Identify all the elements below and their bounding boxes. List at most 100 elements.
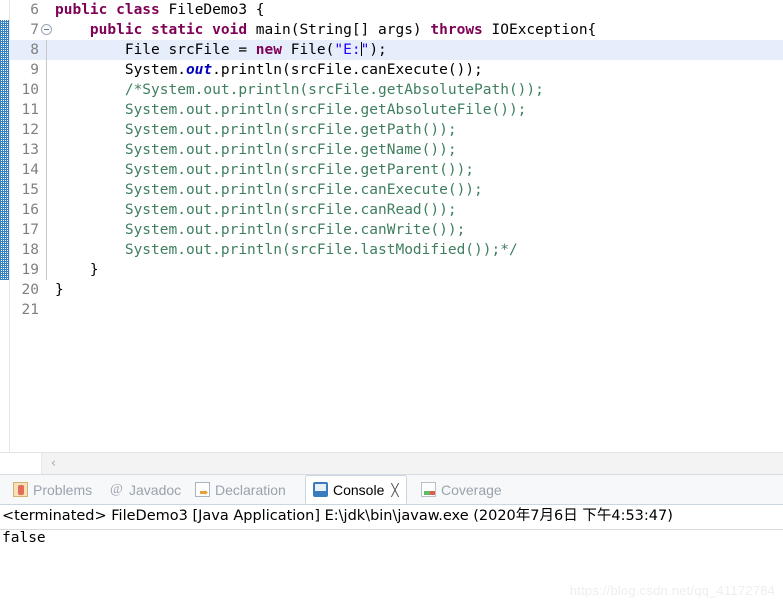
code-line[interactable]: 21 (9, 300, 783, 320)
code-text[interactable]: } (55, 280, 64, 300)
fold-column[interactable] (40, 300, 54, 320)
code-line[interactable]: 9 System.out.println(srcFile.canExecute(… (9, 60, 783, 80)
problems-icon (13, 482, 28, 497)
scroll-left-arrow-icon[interactable]: ‹ (47, 457, 60, 471)
code-token: System.out.println(srcFile.getAbsoluteFi… (55, 102, 527, 118)
scrollbar-left-stub (0, 453, 42, 475)
code-line[interactable]: 18 System.out.println(srcFile.lastModifi… (9, 240, 783, 260)
code-editor[interactable]: 6 public class FileDemo3 {7 public static… (0, 0, 783, 452)
code-token: System.out.println(srcFile.canRead()); (55, 202, 457, 218)
fold-column[interactable] (40, 120, 54, 140)
line-number: 8 (30, 42, 39, 58)
code-text[interactable]: public class FileDemo3 { (55, 0, 265, 20)
fold-range-line (46, 200, 47, 220)
fold-column[interactable] (40, 220, 54, 240)
code-text[interactable]: System.out.println(srcFile.lastModified(… (55, 240, 518, 260)
fold-range-line (46, 60, 47, 80)
fold-column[interactable] (40, 60, 54, 80)
code-text[interactable]: System.out.println(srcFile.getParent()); (55, 160, 474, 180)
code-text[interactable]: System.out.println(srcFile.getName()); (55, 140, 457, 160)
fold-column[interactable] (40, 280, 54, 300)
tab-label: Javadoc (129, 481, 182, 498)
code-text[interactable]: /*System.out.println(srcFile.getAbsolute… (55, 80, 544, 100)
code-token: public class (55, 2, 169, 18)
code-text[interactable]: System.out.println(srcFile.getAbsoluteFi… (55, 100, 527, 120)
code-token: System.out.println(srcFile.getName()); (55, 142, 457, 158)
fold-column[interactable] (40, 40, 54, 60)
line-number: 7 (30, 22, 39, 38)
code-line[interactable]: 13 System.out.println(srcFile.getName())… (9, 140, 783, 160)
code-line[interactable]: 7 public static void main(String[] args)… (9, 20, 783, 40)
code-token: System.out.println(srcFile.canExecute())… (55, 182, 483, 198)
code-line[interactable]: 10 /*System.out.println(srcFile.getAbsol… (9, 80, 783, 100)
code-token: File( (290, 42, 335, 58)
fold-range-line (46, 220, 47, 240)
code-token: " (360, 42, 370, 58)
code-text[interactable]: System.out.println(srcFile.canWrite()); (55, 220, 465, 240)
code-line[interactable]: 16 System.out.println(srcFile.canRead())… (9, 200, 783, 220)
fold-range-line (46, 180, 47, 200)
code-token: ); (369, 42, 387, 58)
line-number: 14 (21, 162, 39, 178)
fold-collapse-icon[interactable] (41, 24, 52, 35)
tab-declaration[interactable]: Declaration (188, 475, 293, 504)
code-line[interactable]: 6 public class FileDemo3 { (9, 0, 783, 20)
code-line[interactable]: 11 System.out.println(srcFile.getAbsolut… (9, 100, 783, 120)
fold-range-line (46, 140, 47, 160)
fold-range-line (46, 100, 47, 120)
code-line[interactable]: 8 File srcFile = new File("E:"); (9, 40, 783, 60)
coverage-icon (421, 482, 436, 497)
fold-column[interactable] (40, 180, 54, 200)
tab-coverage[interactable]: Coverage (414, 475, 509, 504)
line-number: 20 (21, 282, 39, 298)
code-line[interactable]: 12 System.out.println(srcFile.getPath())… (9, 120, 783, 140)
code-token: System.out.println(srcFile.canWrite()); (55, 222, 466, 238)
fold-column[interactable] (40, 160, 54, 180)
code-text[interactable]: System.out.println(srcFile.getPath()); (55, 120, 457, 140)
view-tab-bar[interactable]: Problems @ Javadoc Declaration Console ╳ Cover… (0, 474, 783, 505)
code-token: File srcFile = (55, 42, 256, 58)
close-icon[interactable]: ╳ (391, 483, 398, 497)
declaration-icon (195, 482, 210, 497)
code-token: out (185, 62, 213, 78)
line-number: 9 (30, 62, 39, 78)
code-line[interactable]: 17 System.out.println(srcFile.canWrite()… (9, 220, 783, 240)
line-number: 21 (21, 302, 39, 318)
code-token: "E: (334, 42, 361, 58)
code-text[interactable]: System.out.println(srcFile.canExecute())… (55, 180, 483, 200)
fold-range-line (46, 260, 47, 280)
tab-console[interactable]: Console ╳ (305, 475, 407, 504)
fold-column[interactable] (40, 80, 54, 100)
tab-label: Declaration (215, 481, 286, 498)
console-output-line: false (2, 530, 46, 546)
code-token: IOException{ (491, 22, 597, 38)
code-text[interactable]: public static void main(String[] args) t… (55, 20, 596, 40)
editor-horizontal-scrollbar[interactable]: ‹ (0, 452, 783, 475)
fold-column[interactable] (40, 0, 54, 20)
code-text[interactable]: File srcFile = new File("E:"); (55, 40, 387, 60)
code-line[interactable]: 19 } (9, 260, 783, 280)
code-text[interactable]: } (55, 260, 99, 280)
fold-column[interactable] (40, 260, 54, 280)
tab-javadoc[interactable]: @ Javadoc (102, 475, 188, 504)
code-lines[interactable]: 6 public class FileDemo3 {7 public static… (9, 0, 783, 452)
fold-column[interactable] (40, 240, 54, 260)
console-status-line: <terminated> FileDemo3 [Java Application… (2, 508, 673, 524)
code-token: System.out.println(srcFile.lastModified(… (55, 242, 518, 258)
code-token: /*System.out.println(srcFile.getAbsolute… (55, 82, 544, 98)
code-line[interactable]: 14 System.out.println(srcFile.getParent(… (9, 160, 783, 180)
fold-column[interactable] (40, 20, 54, 40)
line-number: 17 (21, 222, 39, 238)
javadoc-icon: @ (110, 482, 123, 497)
code-line[interactable]: 20} (9, 280, 783, 300)
fold-column[interactable] (40, 100, 54, 120)
code-text[interactable]: System.out.println(srcFile.canExecute())… (55, 60, 483, 80)
code-token: .println(srcFile.canExecute()); (212, 62, 483, 78)
code-text[interactable]: System.out.println(srcFile.canRead()); (55, 200, 457, 220)
fold-column[interactable] (40, 140, 54, 160)
line-number: 11 (21, 102, 39, 118)
code-token: new (255, 42, 291, 58)
tab-problems[interactable]: Problems (6, 475, 99, 504)
code-line[interactable]: 15 System.out.println(srcFile.canExecute… (9, 180, 783, 200)
fold-column[interactable] (40, 200, 54, 220)
